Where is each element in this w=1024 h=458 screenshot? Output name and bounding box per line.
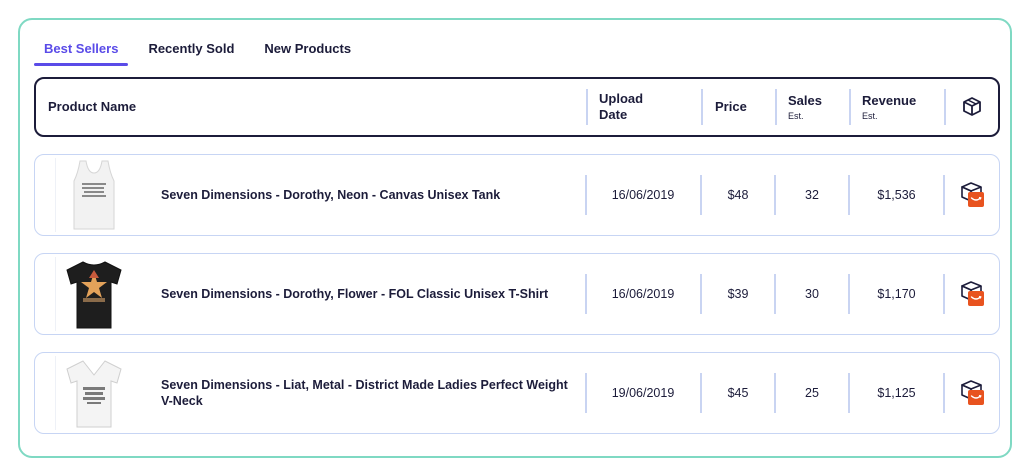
revenue: $1,125: [877, 386, 916, 400]
column-divider: [849, 89, 851, 125]
header-upload-date[interactable]: Upload Date: [599, 91, 659, 123]
column-divider: [943, 373, 945, 413]
header-revenue-label: Revenue: [862, 93, 917, 108]
amazon-box-icon[interactable]: [959, 181, 985, 209]
black-tshirt-image[interactable]: [55, 257, 131, 331]
revenue: $1,170: [877, 287, 916, 301]
header-sales-label: Sales: [788, 93, 822, 108]
header-sales[interactable]: Sales Est.: [788, 92, 822, 122]
header-price[interactable]: Price: [715, 99, 747, 115]
tab-new-products[interactable]: New Products: [254, 38, 361, 66]
header-revenue[interactable]: Revenue Est.: [862, 92, 916, 122]
white-tank-top-image[interactable]: [55, 158, 131, 232]
table-row[interactable]: Seven Dimensions - Liat, Metal - Distric…: [34, 352, 1000, 434]
column-divider: [944, 89, 946, 125]
amazon-box-icon[interactable]: [959, 379, 985, 407]
revenue: $1,536: [877, 188, 916, 202]
product-table-card: Best Sellers Recently Sold New Products …: [18, 18, 1012, 458]
header-sales-sub: Est.: [788, 111, 804, 121]
upload-date: 16/06/2019: [611, 287, 675, 301]
product-name[interactable]: Seven Dimensions - Liat, Metal - Distric…: [161, 353, 581, 433]
tab-best-sellers[interactable]: Best Sellers: [34, 38, 129, 66]
upload-date: 16/06/2019: [611, 188, 675, 202]
sales: 32: [805, 188, 819, 202]
column-divider: [943, 274, 945, 314]
column-divider: [943, 175, 945, 215]
white-vneck-image[interactable]: [55, 356, 131, 430]
table-row[interactable]: Seven Dimensions - Dorothy, Flower - FOL…: [34, 253, 1000, 335]
column-divider: [586, 89, 588, 125]
header-revenue-sub: Est.: [862, 111, 878, 121]
table-row[interactable]: Seven Dimensions - Dorothy, Neon - Canva…: [34, 154, 1000, 236]
box-icon[interactable]: [961, 96, 983, 118]
price: $45: [727, 386, 749, 400]
column-divider: [775, 89, 777, 125]
sales: 30: [805, 287, 819, 301]
tab-bar: Best Sellers Recently Sold New Products: [34, 38, 371, 66]
sales: 25: [805, 386, 819, 400]
price: $39: [727, 287, 749, 301]
amazon-box-icon[interactable]: [959, 280, 985, 308]
price: $48: [727, 188, 749, 202]
tab-recently-sold[interactable]: Recently Sold: [138, 38, 244, 66]
upload-date: 19/06/2019: [611, 386, 675, 400]
table-header: Product Name Upload Date Price Sales Est…: [34, 77, 1000, 137]
column-divider: [701, 89, 703, 125]
header-product-name[interactable]: Product Name: [48, 99, 136, 115]
product-name[interactable]: Seven Dimensions - Dorothy, Neon - Canva…: [161, 155, 581, 235]
product-name[interactable]: Seven Dimensions - Dorothy, Flower - FOL…: [161, 254, 581, 334]
